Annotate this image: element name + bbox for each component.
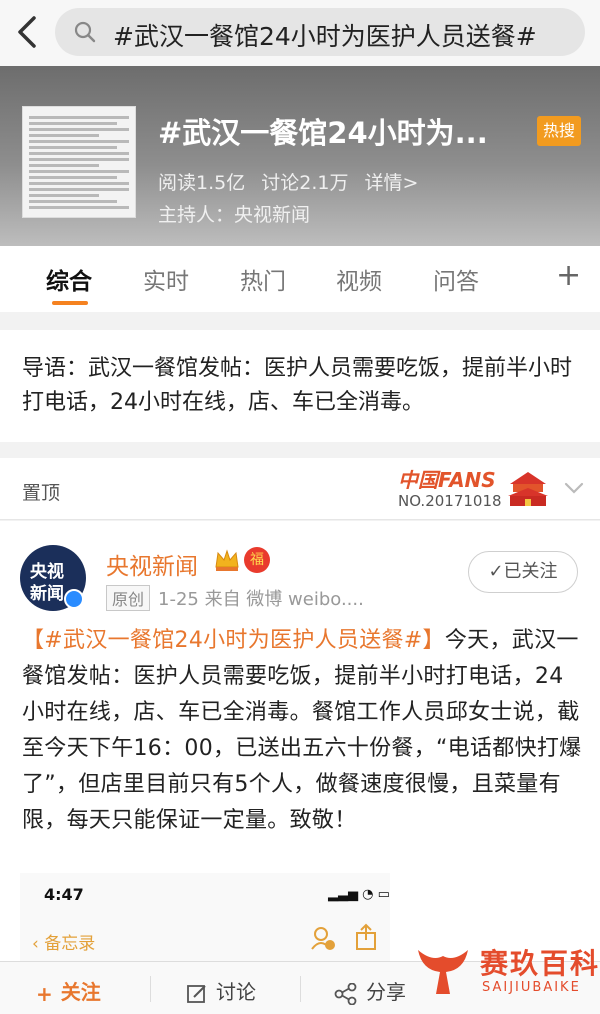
topic-stats: 阅读1.5亿 讨论2.1万 详情> <box>158 168 428 195</box>
tab-qa[interactable]: 问答 <box>433 262 479 296</box>
tab-hot[interactable]: 热门 <box>240 262 286 296</box>
post-meta-text: 1-25 来自 微博 weibo.... <box>158 589 364 610</box>
plus-icon: + <box>36 981 53 1006</box>
whale-tail-logo-icon <box>418 950 468 994</box>
embed-back-link: ‹ 备忘录 <box>32 934 96 954</box>
topic-title: #武汉一餐馆24小时为... <box>158 116 488 150</box>
pinned-row: 置顶 中国FANS NO.20171018 <box>0 458 600 520</box>
post-meta: 原创 1-25 来自 微博 weibo.... <box>106 585 364 611</box>
watermark-cn: 赛玖百科 <box>480 947 600 980</box>
divider <box>150 976 151 1002</box>
back-arrow-icon[interactable] <box>10 10 46 54</box>
comment-label: 讨论 <box>216 980 256 1004</box>
watermark-en: SAIJIUBAIKE <box>482 980 581 995</box>
fans-title: 中国FANS <box>398 468 496 492</box>
post-body: 【#武汉一餐馆24小时为医护人员送餐#】今天，武汉一餐馆发帖：医护人员需要吃饭，… <box>22 623 582 839</box>
avatar-text-line2: 新闻 <box>30 584 64 604</box>
fu-badge-icon: 福 <box>244 547 270 573</box>
share-label: 分享 <box>366 980 406 1004</box>
add-person-icon <box>311 927 335 950</box>
follow-label: 关注 <box>60 980 101 1004</box>
post-text: 今天，武汉一餐馆发帖：医护人员需要吃饭，提前半小时打电话，24小时在线，店、车已… <box>22 628 582 833</box>
divider <box>300 976 301 1002</box>
chevron-down-icon[interactable] <box>562 476 586 500</box>
top-bar: #武汉一餐馆24小时为医护人员送餐# <box>0 0 600 66</box>
details-link[interactable]: 详情> <box>365 172 419 194</box>
topic-intro: 导语：武汉一餐馆发帖：医护人员需要吃饭，提前半小时打电话，24小时在线，店、车已… <box>0 330 600 442</box>
verified-badge-icon <box>64 589 84 609</box>
fans-number: NO.20171018 <box>398 492 502 510</box>
crown-icon <box>215 549 239 571</box>
share-icon <box>356 923 376 950</box>
add-tab-icon[interactable]: + <box>556 258 581 293</box>
share-nodes-icon <box>334 982 357 1005</box>
intro-text: 导语：武汉一餐馆发帖：医护人员需要吃饭，提前半小时打电话，24小时在线，店、车已… <box>22 356 573 415</box>
hot-search-badge: 热搜 <box>537 116 581 146</box>
search-icon <box>74 21 96 43</box>
pinned-label: 置顶 <box>22 482 61 504</box>
post-hashtag[interactable]: 【#武汉一餐馆24小时为医护人员送餐#】 <box>22 628 445 653</box>
china-fans-badge: 中国FANS NO.20171018 <box>398 462 558 516</box>
embed-time: 4:47 <box>44 885 84 904</box>
embed-back-label: 备忘录 <box>44 934 96 954</box>
followed-button[interactable]: ✓已关注 <box>468 551 578 593</box>
follow-topic-button[interactable]: + 关注 <box>36 976 101 1006</box>
discussions-count: 讨论2.1万 <box>261 172 349 194</box>
edit-icon <box>187 984 206 1003</box>
watermark: 赛玖百科 SAIJIUBAIKE <box>414 936 600 1008</box>
topic-header: #武汉一餐馆24小时为... 热搜 阅读1.5亿 讨论2.1万 详情> 主持人：… <box>0 66 600 246</box>
search-input[interactable]: #武汉一餐馆24小时为医护人员送餐# <box>55 8 585 56</box>
search-query: #武汉一餐馆24小时为医护人员送餐# <box>113 22 537 51</box>
tab-comprehensive[interactable]: 综合 <box>46 262 92 296</box>
reads-count: 阅读1.5亿 <box>158 172 246 194</box>
signal-wifi-icon: ▂▃▅ ◔ ▭ <box>328 887 390 902</box>
original-tag: 原创 <box>106 585 151 611</box>
tab-realtime[interactable]: 实时 <box>143 262 189 296</box>
active-tab-indicator <box>52 301 88 305</box>
comment-button[interactable]: 讨论 <box>186 976 256 1005</box>
weibo-post: 央视 新闻 央视新闻 福 原创 1-25 来自 微博 weibo.... ✓已关注… <box>0 521 600 961</box>
tiananmen-icon <box>508 472 548 506</box>
post-username[interactable]: 央视新闻 <box>106 547 198 581</box>
tab-video[interactable]: 视频 <box>336 262 382 296</box>
embedded-screenshot[interactable]: 4:47 ▂▃▅ ◔ ▭ ‹ 备忘录 <box>20 873 390 961</box>
topic-thumbnail[interactable] <box>22 106 136 218</box>
share-button[interactable]: 分享 <box>334 976 406 1005</box>
topic-host: 主持人：央视新闻 <box>158 204 311 226</box>
tab-bar: 综合 实时 热门 视频 问答 + <box>0 246 600 312</box>
